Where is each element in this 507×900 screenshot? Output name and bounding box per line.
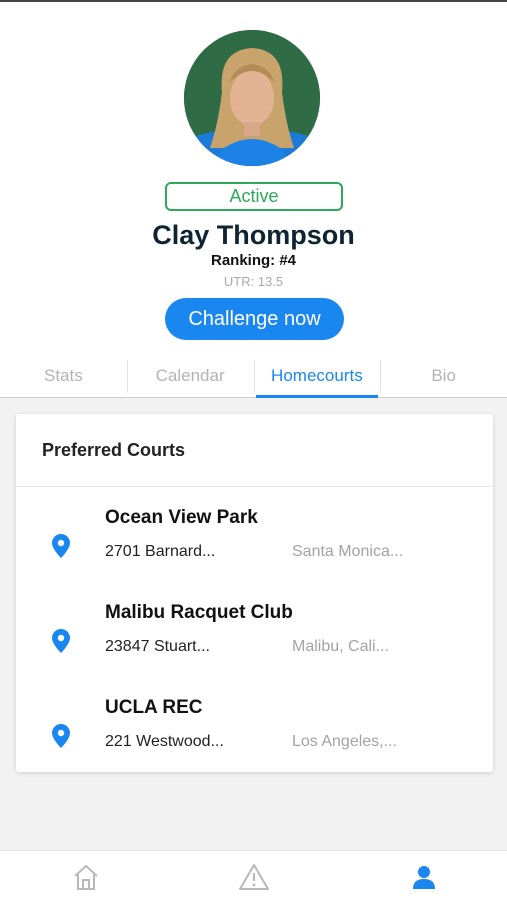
court-address: 2701 Barnard...: [105, 543, 216, 560]
court-name: Malibu Racquet Club: [105, 602, 293, 623]
tab-stats[interactable]: Stats: [0, 356, 127, 397]
warning-icon: [239, 864, 269, 890]
status-badge: Active: [165, 182, 343, 211]
user-icon: [413, 866, 435, 889]
list-item[interactable]: UCLA REC 221 Westwood... Los Angeles,...: [16, 677, 493, 772]
court-address: 23847 Stuart...: [105, 638, 210, 655]
court-city: Los Angeles,...: [292, 733, 397, 750]
location-pin-icon: [52, 724, 70, 748]
preferred-courts-card: Preferred Courts Ocean View Park 2701 Ba…: [16, 414, 493, 772]
list-item[interactable]: Ocean View Park 2701 Barnard... Santa Mo…: [16, 487, 493, 582]
tab-homecourts[interactable]: Homecourts: [253, 356, 381, 398]
court-name: UCLA REC: [105, 697, 203, 718]
nav-alerts-button[interactable]: [237, 861, 271, 893]
utr-label: UTR: 13.5: [223, 274, 284, 289]
tab-bio[interactable]: Bio: [380, 356, 507, 397]
nav-profile-button[interactable]: [407, 861, 441, 893]
list-item[interactable]: Malibu Racquet Club 23847 Stuart... Mali…: [16, 582, 493, 677]
nav-home-button[interactable]: [69, 861, 103, 893]
tab-calendar[interactable]: Calendar: [126, 356, 254, 397]
court-city: Santa Monica...: [292, 543, 404, 560]
home-icon: [74, 864, 98, 890]
bottom-navigation: [0, 850, 507, 900]
court-name: Ocean View Park: [105, 507, 258, 528]
court-city: Malibu, Cali...: [292, 638, 389, 655]
avatar: [184, 30, 320, 166]
challenge-button[interactable]: Challenge now: [165, 298, 344, 340]
ranking-label: Ranking: #4: [210, 252, 297, 269]
profile-header: Active Clay Thompson Ranking: #4 UTR: 13…: [0, 2, 507, 398]
location-pin-icon: [52, 629, 70, 653]
player-name: Clay Thompson: [152, 220, 355, 250]
location-pin-icon: [52, 534, 70, 558]
profile-tabs: Stats Calendar Homecourts Bio: [0, 356, 507, 398]
court-address: 221 Westwood...: [105, 733, 224, 750]
card-title: Preferred Courts: [16, 414, 493, 487]
